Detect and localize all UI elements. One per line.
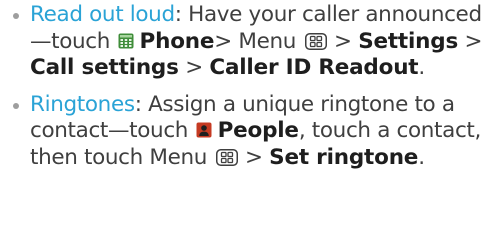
description-text: > [178, 55, 210, 80]
description-text: > [327, 28, 359, 54]
term-ringtones: Ringtones [30, 91, 135, 117]
people-app-label: People [217, 118, 299, 143]
set-ringtone-label: Set ringtone [269, 144, 419, 170]
menu-key-icon [304, 32, 327, 50]
list-item-read-out-loud: Read out loud: Have your caller announce… [12, 2, 487, 82]
description-text: . [418, 144, 425, 170]
call-settings-label: Call settings [30, 55, 179, 80]
term-separator: : [174, 2, 182, 27]
description-text: > Menu [214, 28, 303, 54]
term-read-out-loud: Read out loud [30, 2, 175, 27]
phone-app-label: Phone [139, 28, 215, 54]
phone-app-icon [118, 33, 134, 48]
term-separator: : [134, 91, 142, 117]
list-item-ringtones: Ringtones: Assign a unique ringtone to a… [12, 92, 487, 172]
settings-label: Settings [358, 28, 459, 54]
description-text: > [458, 28, 483, 54]
bullet-list: Read out loud: Have your caller announce… [12, 2, 487, 171]
menu-key-icon [215, 148, 238, 166]
bullet-dot-icon [13, 13, 19, 19]
description-text: > [238, 144, 270, 170]
bullet-dot-icon [13, 102, 19, 109]
page: Read out loud: Have your caller announce… [0, 0, 487, 243]
caller-id-readout-label: Caller ID Readout [209, 55, 419, 80]
description-text: . [418, 55, 425, 80]
people-app-icon [196, 122, 212, 138]
